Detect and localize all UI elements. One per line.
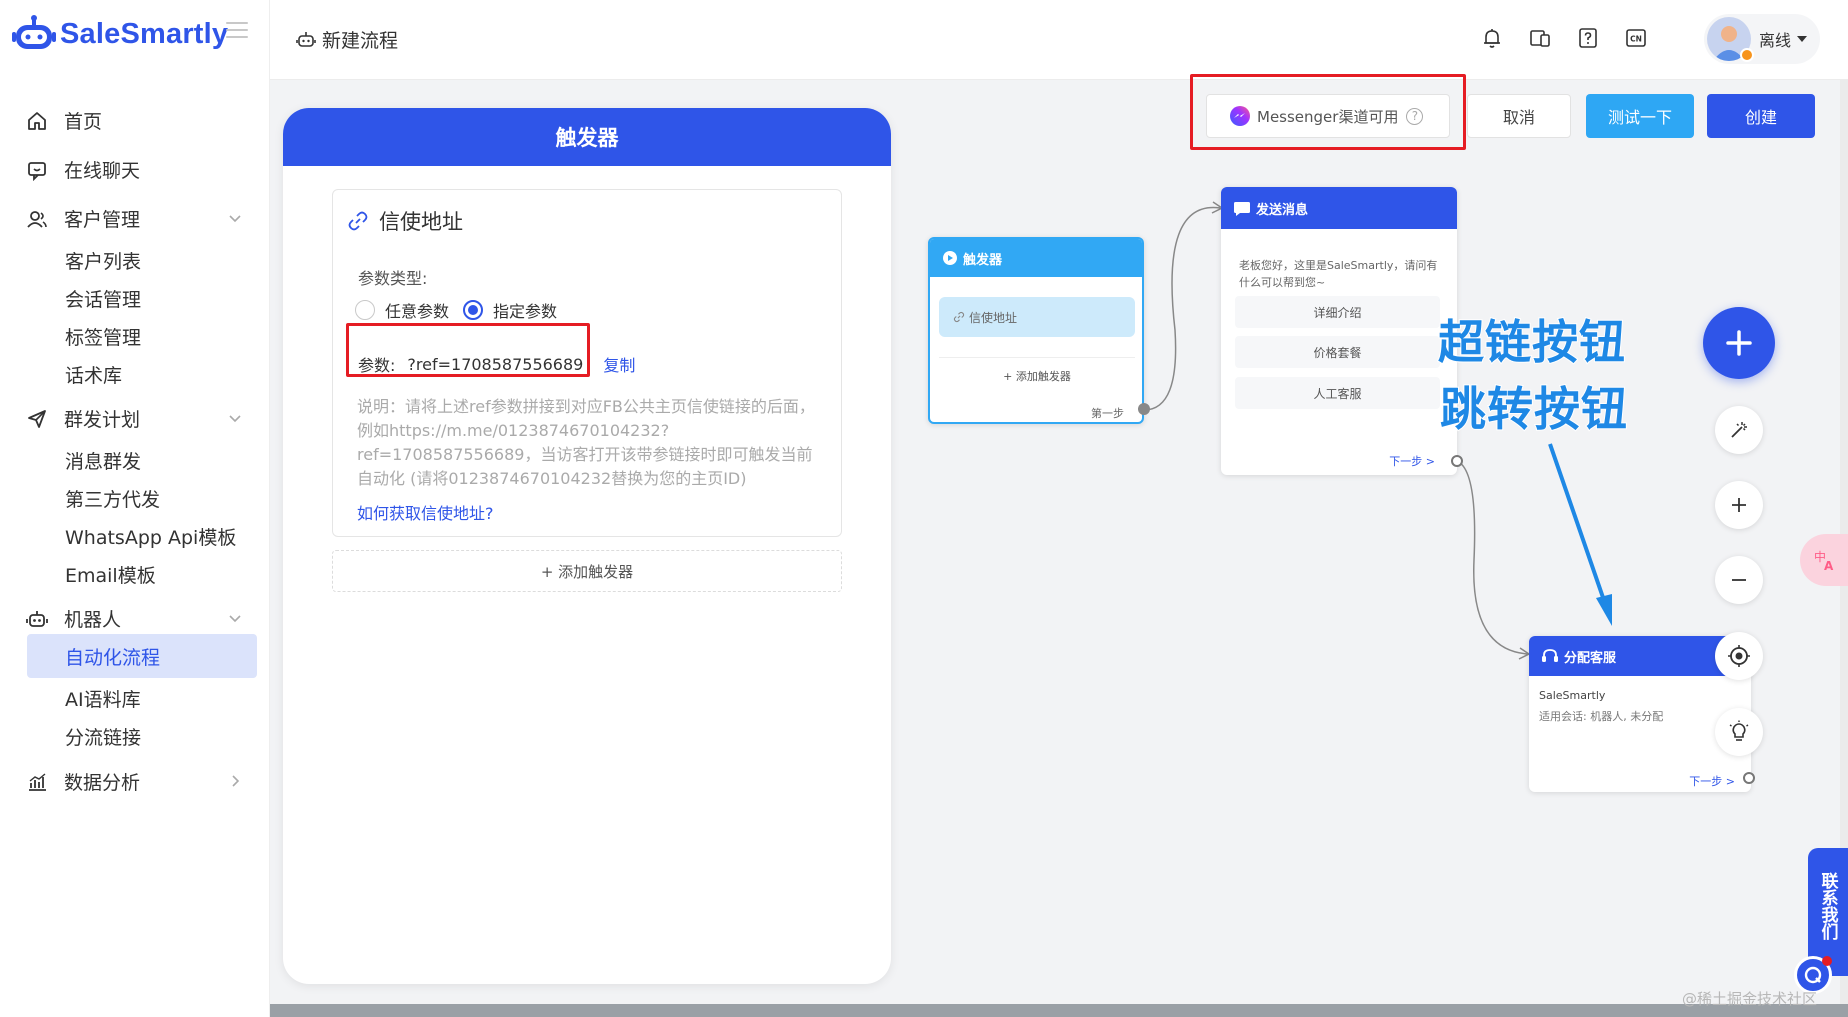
trigger-item-messenger-address[interactable]: 信使地址	[939, 297, 1135, 337]
description-text: 说明：请将上述ref参数拼接到对应FB公共主页信使链接的后面，例如https:/…	[357, 397, 815, 488]
zoom-in-button[interactable]	[1715, 481, 1763, 529]
node-title: 分配客服	[1564, 650, 1617, 666]
radio-any-param-label[interactable]: 任意参数	[385, 298, 449, 322]
param-value: ?ref=1708587556689	[407, 354, 584, 374]
tips-button[interactable]	[1715, 708, 1763, 756]
card-title: 信使地址	[347, 206, 463, 236]
add-trigger-button[interactable]: + 添加触发器	[332, 550, 842, 592]
assign-team: SaleSmartly	[1539, 689, 1606, 702]
flow-connectors	[1143, 201, 1612, 660]
quick-button-pricing[interactable]: 价格套餐	[1235, 336, 1440, 368]
node-next-step[interactable]: 下一步 >	[1389, 453, 1435, 469]
translate-button[interactable]: 中A	[1800, 534, 1848, 586]
copy-link[interactable]: 复制	[603, 352, 635, 376]
radio-specified-param-label[interactable]: 指定参数	[493, 298, 557, 322]
param-label: 参数:	[358, 356, 396, 375]
param-type-radio-group: 任意参数 指定参数	[355, 298, 571, 322]
trigger-panel: 触发器 信使地址 参数类型: 任意参数 指定参数 参数: ?ref=170858…	[283, 108, 891, 984]
minus-icon	[1732, 579, 1746, 581]
zoom-out-button[interactable]	[1715, 556, 1763, 604]
messenger-icon	[1230, 106, 1250, 126]
message-icon	[1234, 202, 1250, 216]
messenger-channel-status[interactable]: Messenger渠道可用 ?	[1206, 94, 1450, 138]
translate-icon: 中A	[1814, 549, 1834, 573]
node-next-step: 第一步	[1091, 407, 1124, 420]
svg-text:A: A	[1824, 559, 1834, 573]
headset-icon	[1542, 649, 1558, 662]
plus-icon	[1726, 330, 1752, 356]
param-type-label: 参数类型:	[358, 269, 428, 288]
trigger-output-port[interactable]	[1138, 403, 1150, 415]
message-text: 老板您好，这里是SaleSmartly，请问有什么可以帮到您~	[1239, 259, 1438, 289]
magic-wand-icon	[1731, 422, 1747, 438]
flow-node-trigger[interactable]: 触发器 信使地址 + 添加触发器 第一步	[928, 237, 1144, 424]
add-node-button[interactable]	[1703, 307, 1775, 379]
param-row: 参数: ?ref=1708587556689 复制	[358, 352, 635, 376]
assign-scope: 适用会话: 机器人, 未分配	[1539, 710, 1664, 723]
node-header: 触发器	[930, 239, 1142, 277]
watermark: @稀土掘金技术社区	[1682, 990, 1818, 1008]
node-title: 发送消息	[1256, 202, 1309, 218]
chat-icon	[1804, 966, 1822, 984]
link-icon	[348, 211, 368, 231]
send-output-port[interactable]	[1451, 455, 1463, 467]
channel-status-text: Messenger渠道可用	[1257, 107, 1399, 126]
create-button[interactable]: 创建	[1707, 94, 1815, 138]
play-icon	[943, 251, 957, 265]
link-icon	[953, 311, 965, 323]
quick-button-human-agent[interactable]: 人工客服	[1235, 377, 1440, 409]
card-title-text: 信使地址	[379, 210, 463, 234]
node-next-step[interactable]: 下一步 >	[1689, 773, 1735, 789]
cancel-button[interactable]: 取消	[1467, 94, 1571, 138]
help-link[interactable]: 如何获取信使地址?	[357, 500, 494, 524]
flow-node-send-message[interactable]: 发送消息 老板您好，这里是SaleSmartly，请问有什么可以帮到您~ 详细介…	[1221, 187, 1457, 475]
trigger-item-label: 信使地址	[969, 310, 1018, 325]
plus-icon	[1732, 498, 1746, 512]
target-icon	[1728, 645, 1750, 667]
messenger-address-card: 信使地址 参数类型: 任意参数 指定参数 参数: ?ref=1708587556…	[332, 189, 842, 537]
notification-dot	[1822, 956, 1832, 966]
trigger-panel-title: 触发器	[283, 108, 891, 166]
node-title: 触发器	[963, 252, 1003, 268]
test-button[interactable]: 测试一下	[1586, 94, 1694, 138]
quick-button-details[interactable]: 详细介绍	[1235, 296, 1440, 328]
node-add-trigger[interactable]: + 添加触发器	[939, 357, 1135, 384]
node-header: 发送消息	[1221, 187, 1457, 229]
magic-wand-button[interactable]	[1715, 406, 1763, 454]
annotation-jump-button: 跳转按钮	[1439, 381, 1628, 437]
locate-button[interactable]	[1715, 632, 1763, 680]
radio-specified-param[interactable]	[463, 300, 484, 320]
question-icon[interactable]: ?	[1406, 107, 1424, 125]
lightbulb-icon	[1729, 720, 1749, 741]
annotation-hyperlink-buttons: 超链按钮	[1437, 314, 1626, 370]
assign-output-port[interactable]	[1743, 772, 1755, 784]
radio-any-param[interactable]	[355, 300, 375, 320]
